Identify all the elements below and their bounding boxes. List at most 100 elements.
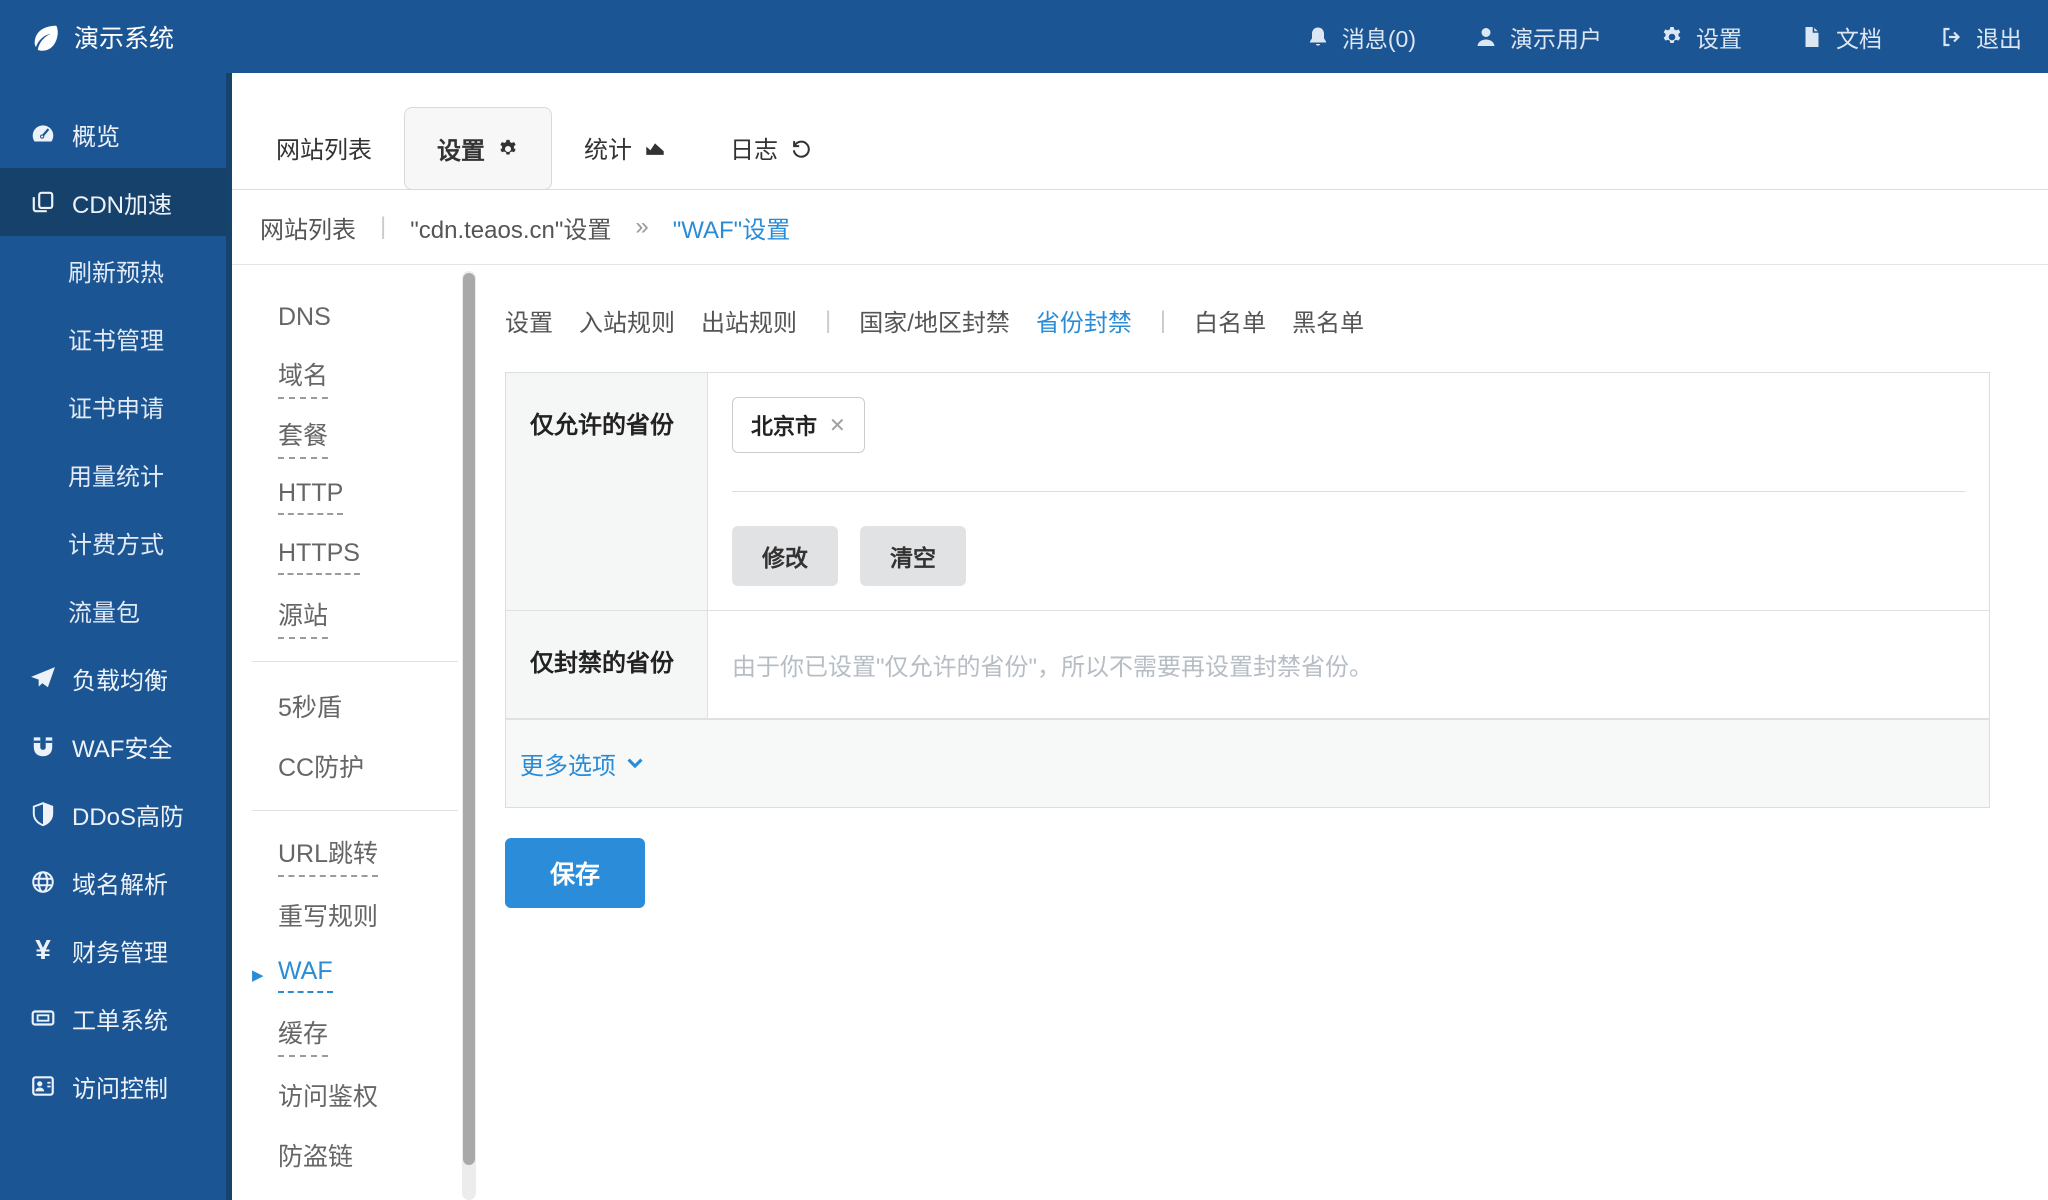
- sidebar-item-label: 工单系统: [72, 1001, 168, 1036]
- province-tag[interactable]: 北京市 ✕: [732, 397, 865, 453]
- leaf-icon: [30, 22, 60, 52]
- chart-area-icon: [644, 137, 666, 159]
- copy-icon: [30, 189, 56, 215]
- sidebar-item-refresh-preheat[interactable]: 刷新预热: [0, 236, 226, 304]
- sidebar-item-label: 刷新预热: [68, 253, 164, 288]
- sidebar-item-label: WAF安全: [72, 729, 172, 764]
- subtab-separator: |: [1160, 307, 1166, 335]
- sidebar-item-traffic-pack[interactable]: 流量包: [0, 576, 226, 644]
- magnet-icon: [30, 733, 56, 759]
- sidebar-item-billing[interactable]: 计费方式: [0, 508, 226, 576]
- tab-label: 网站列表: [276, 130, 372, 165]
- waf-tab-inbound-rules[interactable]: 入站规则: [579, 303, 675, 338]
- scrollbar-thumb[interactable]: [463, 273, 475, 1165]
- waf-tab-settings[interactable]: 设置: [505, 303, 553, 338]
- subnav-item-cache[interactable]: 缓存: [232, 1005, 478, 1065]
- logout-menu-item[interactable]: 退出: [1940, 20, 2022, 54]
- gear-icon: [1660, 25, 1684, 49]
- history-icon: [790, 137, 812, 159]
- sign-out-icon: [1940, 25, 1964, 49]
- breadcrumb: 网站列表 | "cdn.teaos.cn"设置 » "WAF"设置: [232, 190, 2048, 265]
- file-icon: [1800, 25, 1824, 49]
- more-options-link[interactable]: 更多选项: [520, 746, 644, 781]
- subnav-item-https[interactable]: HTTPS: [232, 527, 478, 587]
- paper-plane-icon: [30, 665, 56, 691]
- breadcrumb-separator: »: [635, 213, 648, 241]
- tab-label: 日志: [730, 130, 778, 165]
- settings-menu-item[interactable]: 设置: [1660, 20, 1742, 54]
- save-button[interactable]: 保存: [505, 838, 645, 908]
- subnav-item-cc-protect[interactable]: CC防护: [232, 736, 478, 796]
- waf-tab-blacklist[interactable]: 黑名单: [1292, 303, 1364, 338]
- sidebar-item-label: 用量统计: [68, 457, 164, 492]
- sidebar-item-dns-resolve[interactable]: 域名解析: [0, 848, 226, 916]
- tab-label: 设置: [437, 131, 485, 166]
- sidebar-item-label: CDN加速: [72, 185, 172, 220]
- subnav-item-origin[interactable]: 源站: [232, 587, 478, 647]
- subnav-item-dns[interactable]: DNS: [232, 287, 478, 347]
- user-label: 演示用户: [1510, 20, 1602, 54]
- user-icon: [1474, 25, 1498, 49]
- subnav-item-5s-shield[interactable]: 5秒盾: [232, 676, 478, 736]
- waf-tab-country-ban[interactable]: 国家/地区封禁: [859, 303, 1010, 338]
- banned-provinces-note: 由于你已设置"仅允许的省份"，所以不需要再设置封禁省份。: [708, 611, 1989, 719]
- sidebar-item-load-balance[interactable]: 负载均衡: [0, 644, 226, 712]
- breadcrumb-separator: |: [380, 213, 386, 241]
- shield-icon: [30, 801, 56, 827]
- user-menu-item[interactable]: 演示用户: [1474, 20, 1602, 54]
- subnav-scrollbar[interactable]: [462, 271, 476, 1200]
- modify-button[interactable]: 修改: [732, 526, 838, 586]
- messages-menu-item[interactable]: 消息(0): [1306, 20, 1416, 54]
- sidebar-item-label: 访问控制: [72, 1069, 168, 1104]
- subnav-item-plan[interactable]: 套餐: [232, 407, 478, 467]
- settings-subnav: DNS 域名 套餐 HTTP HTTPS 源站 5秒盾 CC防护 URL跳转 重…: [232, 265, 478, 1200]
- brand: 演示系统: [30, 19, 174, 55]
- tab-settings[interactable]: 设置: [404, 107, 552, 190]
- bell-icon: [1306, 25, 1330, 49]
- clear-button[interactable]: 清空: [860, 526, 966, 586]
- sidebar-item-overview[interactable]: 概览: [0, 100, 226, 168]
- settings-label: 设置: [1696, 20, 1742, 54]
- sidebar-item-usage-stats[interactable]: 用量统计: [0, 440, 226, 508]
- sidebar-item-access-control[interactable]: 访问控制: [0, 1052, 226, 1120]
- subnav-item-waf[interactable]: ▶WAF: [232, 945, 478, 1005]
- waf-tab-province-ban[interactable]: 省份封禁: [1036, 303, 1132, 338]
- breadcrumb-site-settings[interactable]: "cdn.teaos.cn"设置: [410, 210, 611, 245]
- tab-logs[interactable]: 日志: [698, 106, 844, 189]
- sidebar-item-cert-apply[interactable]: 证书申请: [0, 372, 226, 440]
- waf-settings-content: 设置 入站规则 出站规则 | 国家/地区封禁 省份封禁 | 白名单 黑名单 仅允…: [478, 265, 2048, 1200]
- subnav-item-access-auth[interactable]: 访问鉴权: [232, 1065, 478, 1125]
- yen-icon: ¥: [30, 937, 56, 963]
- subnav-item-url-redirect[interactable]: URL跳转: [232, 825, 478, 885]
- subnav-item-hotlink-protect[interactable]: 防盗链: [232, 1125, 478, 1185]
- sidebar-item-cert-manage[interactable]: 证书管理: [0, 304, 226, 372]
- gear-icon: [497, 138, 519, 160]
- main-area: 网站列表 设置 统计 日志 网站列表 | "cdn.teaos.cn"设置 » …: [232, 73, 2048, 1200]
- breadcrumb-site-list[interactable]: 网站列表: [260, 210, 356, 245]
- subnav-item-http[interactable]: HTTP: [232, 467, 478, 527]
- sidebar-item-label: DDoS高防: [72, 797, 184, 832]
- sidebar-item-tickets[interactable]: 工单系统: [0, 984, 226, 1052]
- sidebar-item-cdn[interactable]: CDN加速: [0, 168, 226, 236]
- subnav-item-domain[interactable]: 域名: [232, 347, 478, 407]
- tab-statistics[interactable]: 统计: [552, 106, 698, 189]
- breadcrumb-waf-settings[interactable]: "WAF"设置: [673, 210, 790, 245]
- messages-label: 消息(0): [1342, 20, 1416, 54]
- sidebar-item-label: 证书申请: [68, 389, 164, 424]
- sidebar-item-finance[interactable]: ¥ 财务管理: [0, 916, 226, 984]
- close-icon[interactable]: ✕: [829, 413, 846, 438]
- sidebar-item-label: 财务管理: [72, 933, 168, 968]
- waf-tab-outbound-rules[interactable]: 出站规则: [701, 303, 797, 338]
- chevron-down-icon: [626, 757, 644, 770]
- ticket-icon: [30, 1005, 56, 1031]
- docs-menu-item[interactable]: 文档: [1800, 20, 1882, 54]
- form-footer: 更多选项: [506, 719, 1989, 807]
- sidebar-item-waf-security[interactable]: WAF安全: [0, 712, 226, 780]
- tab-site-list[interactable]: 网站列表: [244, 106, 404, 189]
- sidebar-item-ddos[interactable]: DDoS高防: [0, 780, 226, 848]
- sidebar-item-label: 证书管理: [68, 321, 164, 356]
- more-options-label: 更多选项: [520, 746, 616, 781]
- subnav-item-rewrite-rules[interactable]: 重写规则: [232, 885, 478, 945]
- caret-right-icon: ▶: [252, 966, 264, 984]
- waf-tab-whitelist[interactable]: 白名单: [1194, 303, 1266, 338]
